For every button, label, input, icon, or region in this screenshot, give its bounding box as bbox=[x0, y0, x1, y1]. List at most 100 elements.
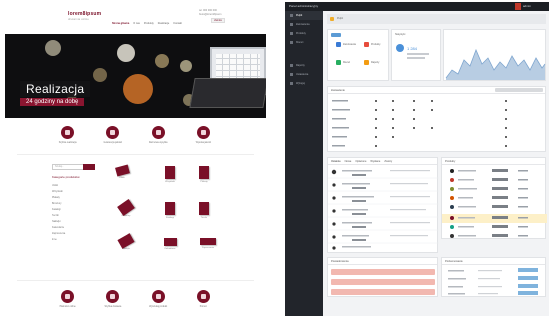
search-button[interactable] bbox=[83, 164, 95, 170]
products-title: Produkty bbox=[442, 158, 545, 165]
contact-email[interactable]: biuro@lorem8ipsum bbox=[199, 13, 221, 17]
alert-message[interactable] bbox=[331, 279, 435, 285]
product-image bbox=[165, 166, 175, 179]
bokeh-light bbox=[180, 60, 192, 72]
orders-card: Ostatnie Nowe Opłacone Wysłane Zwroty bbox=[327, 157, 439, 253]
product-tile[interactable]: Kalendarze bbox=[155, 238, 185, 250]
users-icon[interactable] bbox=[336, 60, 341, 65]
notification-badge[interactable] bbox=[515, 3, 521, 10]
product-image bbox=[114, 164, 130, 177]
users-icon bbox=[290, 41, 293, 44]
orders-list bbox=[328, 169, 439, 250]
alert-message[interactable] bbox=[331, 269, 435, 275]
nav-home[interactable]: Strona główna bbox=[112, 22, 129, 25]
divider bbox=[17, 154, 254, 155]
sidebar-item-products[interactable]: Produkty bbox=[285, 29, 323, 38]
tab-recent[interactable]: Ostatnie bbox=[331, 160, 341, 163]
alerts-card: Powiadomienia bbox=[327, 257, 438, 297]
shortcut-label: Produkty bbox=[371, 43, 381, 46]
footer-feature[interactable]: Płatności online bbox=[53, 290, 83, 309]
store-logo[interactable]: lorem8ipsum drukarnia online bbox=[68, 11, 101, 21]
delivery-icon bbox=[106, 290, 120, 303]
feature-item[interactable]: Szybka realizacja bbox=[53, 126, 83, 145]
product-tile[interactable]: Broszury bbox=[111, 198, 141, 217]
sidebar-item-settings[interactable]: Ustawienia bbox=[285, 70, 323, 79]
nav-about[interactable]: O nas bbox=[133, 22, 140, 25]
logo-tagline: drukarnia online bbox=[68, 18, 89, 21]
product-image bbox=[199, 166, 209, 179]
sidebar-item-reports[interactable]: Raporty bbox=[285, 61, 323, 70]
search-icon bbox=[151, 290, 165, 303]
chart-icon bbox=[290, 64, 293, 67]
chart-icon[interactable] bbox=[364, 60, 369, 65]
shortcut-label: Klienci bbox=[343, 61, 351, 64]
logout-icon bbox=[290, 82, 293, 85]
sidebar-label: Wyloguj bbox=[296, 82, 305, 85]
tab-active[interactable] bbox=[331, 33, 341, 37]
nav-projects[interactable]: Realizacje bbox=[158, 22, 170, 25]
sidebar-label: Klienci bbox=[296, 41, 304, 44]
product-tile[interactable]: Plakaty bbox=[189, 166, 219, 183]
tab-new[interactable]: Nowe bbox=[345, 160, 352, 163]
product-label: Teczki bbox=[200, 217, 208, 219]
clock-icon bbox=[61, 126, 75, 139]
feature-item[interactable]: Wysoka jakość bbox=[188, 126, 218, 145]
nav-products[interactable]: Produkty bbox=[144, 22, 154, 25]
traffic-chart bbox=[445, 48, 546, 80]
alert-message[interactable] bbox=[331, 289, 435, 295]
stats-card: Statystyki 1 284 bbox=[391, 29, 441, 81]
sidebar-item-orders[interactable]: Zamówienia bbox=[285, 20, 323, 29]
category-item[interactable]: Inne bbox=[52, 237, 97, 243]
bokeh-light bbox=[155, 54, 169, 68]
hero-subtitle: 24 godziny na dobę bbox=[20, 98, 85, 106]
footer-feature[interactable]: Pomoc bbox=[188, 290, 218, 309]
footer-feature[interactable]: Wyszukaj produkt bbox=[143, 290, 173, 309]
store-header: lorem8ipsum drukarnia online Strona głów… bbox=[5, 0, 266, 33]
product-tile[interactable]: Zaproszenia bbox=[193, 238, 223, 249]
summary-list bbox=[448, 268, 538, 295]
cart-icon[interactable] bbox=[336, 42, 341, 47]
shortcut-label: Zamówienia bbox=[343, 43, 356, 46]
page-title: Pulpit bbox=[337, 17, 343, 20]
stats-title: Statystyki bbox=[395, 33, 406, 36]
product-tile[interactable]: Naklejki bbox=[111, 233, 141, 250]
product-tile[interactable]: Katalogi bbox=[155, 202, 185, 219]
footer-icons: Płatności online Szybka dostawa Wyszukaj… bbox=[5, 290, 266, 309]
feature-label: Gwarancja jakości bbox=[103, 142, 123, 144]
box-icon[interactable] bbox=[364, 42, 369, 47]
product-label: Katalogi bbox=[166, 217, 174, 219]
tab-shipped[interactable]: Wysłane bbox=[370, 160, 380, 163]
sidebar-item-dashboard[interactable]: Pulpit bbox=[285, 11, 323, 20]
sidebar-item-logout[interactable]: Wyloguj bbox=[285, 79, 323, 88]
product-tile[interactable]: Wizytówki bbox=[155, 166, 185, 183]
user-menu[interactable]: admin bbox=[523, 4, 531, 8]
tab-returns[interactable]: Zwroty bbox=[384, 160, 392, 163]
sidebar-label: Pulpit bbox=[296, 14, 303, 17]
nav-contact[interactable]: Kontakt bbox=[173, 22, 181, 25]
filter-bar[interactable] bbox=[495, 88, 543, 92]
sidebar-item-customers[interactable]: Klienci bbox=[285, 38, 323, 47]
footer-feature-label: Płatności online bbox=[59, 306, 76, 308]
sidebar-label: Raporty bbox=[296, 64, 305, 67]
logo-text: lorem8ipsum bbox=[68, 11, 102, 17]
footer-feature-label: Szybka dostawa bbox=[104, 306, 122, 308]
feature-item[interactable]: Darmowa wysyłka bbox=[143, 126, 173, 145]
feature-label: Darmowa wysyłka bbox=[148, 142, 168, 144]
footer-feature[interactable]: Szybka dostawa bbox=[98, 290, 128, 309]
product-label: Kalendarze bbox=[164, 248, 176, 250]
product-tile[interactable]: Teczki bbox=[189, 202, 219, 219]
gear-icon bbox=[290, 73, 293, 76]
sidebar-label: Ustawienia bbox=[296, 73, 309, 76]
cart-icon bbox=[290, 23, 293, 26]
products-card: Produkty bbox=[441, 157, 547, 239]
traffic-area bbox=[446, 50, 545, 80]
feature-item[interactable]: Gwarancja jakości bbox=[98, 126, 128, 145]
product-image bbox=[165, 202, 175, 215]
truck-icon bbox=[151, 126, 165, 139]
product-tile[interactable]: Ulotki bbox=[107, 164, 137, 179]
category-list: Kategorie produktów Ulotki Wizytówki Pla… bbox=[52, 175, 97, 243]
order-button[interactable]: Zamów bbox=[211, 18, 225, 23]
bokeh-light bbox=[45, 40, 61, 56]
tab-paid[interactable]: Opłacone bbox=[355, 160, 366, 163]
page-header: Pulpit bbox=[327, 14, 546, 24]
